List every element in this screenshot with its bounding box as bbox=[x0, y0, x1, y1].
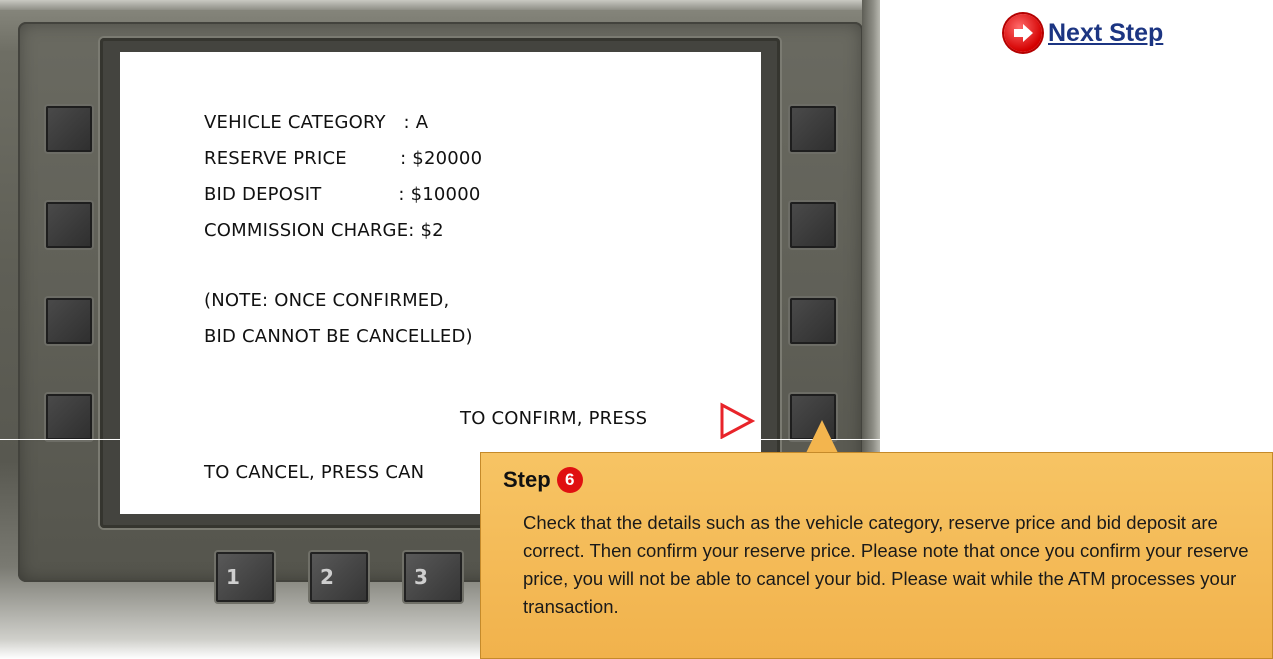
divider-line bbox=[0, 439, 1273, 440]
right-side-key-2[interactable] bbox=[790, 202, 836, 248]
next-step-label: Next Step bbox=[1048, 18, 1164, 47]
step-callout: Step 6 Check that the details such as th… bbox=[480, 452, 1273, 659]
keypad-key-2[interactable]: 2 bbox=[310, 552, 368, 602]
cancel-prompt: TO CANCEL, PRESS CAN bbox=[204, 462, 425, 483]
callout-pointer bbox=[806, 420, 838, 453]
step-heading: Step 6 bbox=[503, 467, 583, 493]
vehicle-category-line: VEHICLE CATEGORY : A bbox=[204, 112, 429, 133]
confirm-prompt: TO CONFIRM, PRESS bbox=[460, 408, 648, 429]
left-side-key-1[interactable] bbox=[46, 106, 92, 152]
next-step-link[interactable]: Next Step bbox=[1004, 14, 1163, 52]
keypad-key-1[interactable]: 1 bbox=[216, 552, 274, 602]
note-line-1: (NOTE: ONCE CONFIRMED, bbox=[204, 290, 450, 311]
atm-screen: VEHICLE CATEGORY : A RESERVE PRICE : $20… bbox=[120, 52, 761, 514]
step-number-badge: 6 bbox=[556, 467, 583, 493]
right-side-key-1[interactable] bbox=[790, 106, 836, 152]
commission-charge-line: COMMISSION CHARGE: $2 bbox=[204, 220, 444, 241]
reserve-price-line: RESERVE PRICE : $20000 bbox=[204, 148, 483, 169]
step-label: Step bbox=[503, 467, 551, 492]
left-side-key-3[interactable] bbox=[46, 298, 92, 344]
keypad-key-3[interactable]: 3 bbox=[404, 552, 462, 602]
left-side-key-4[interactable] bbox=[46, 394, 92, 440]
note-line-2: BID CANNOT BE CANCELLED) bbox=[204, 326, 473, 347]
step-instructions: Check that the details such as the vehic… bbox=[523, 512, 1249, 617]
bid-deposit-line: BID DEPOSIT : $10000 bbox=[204, 184, 481, 205]
right-side-key-3[interactable] bbox=[790, 298, 836, 344]
confirm-arrow-icon bbox=[720, 402, 756, 440]
left-side-key-2[interactable] bbox=[46, 202, 92, 248]
next-arrow-icon bbox=[1004, 14, 1042, 52]
